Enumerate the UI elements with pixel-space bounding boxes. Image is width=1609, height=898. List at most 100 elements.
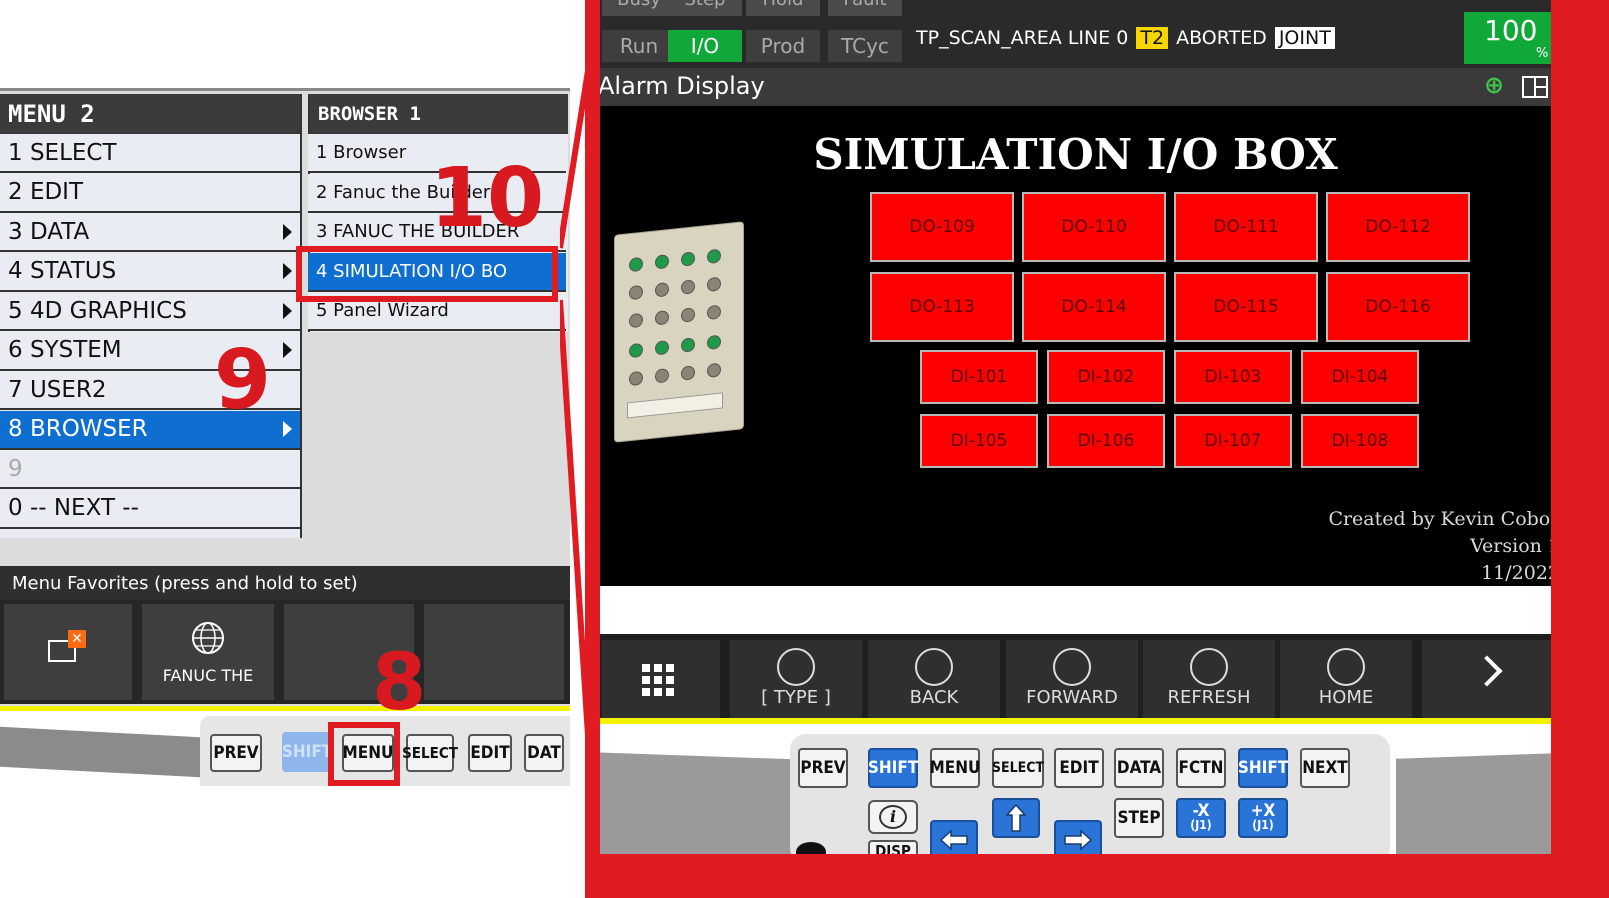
favorite-tile-1[interactable]: ✕ bbox=[4, 604, 132, 700]
toolbar-button-label: [ TYPE ] bbox=[761, 687, 831, 708]
menu-item[interactable]: 0 -- NEXT -- bbox=[0, 489, 300, 529]
io-box-led bbox=[655, 254, 669, 270]
submenu-arrow-icon bbox=[283, 263, 292, 279]
keypad-key[interactable]: SELECT bbox=[992, 748, 1044, 788]
next-page-button[interactable] bbox=[1422, 640, 1551, 718]
right-arrow-key[interactable] bbox=[1054, 820, 1102, 854]
step-number-10: 10 bbox=[430, 151, 545, 246]
left-arrow-key[interactable] bbox=[930, 820, 978, 854]
up-arrow-key[interactable] bbox=[992, 798, 1040, 838]
do-output-button[interactable]: DO-110 bbox=[1022, 192, 1166, 262]
keypad-key[interactable]: NEXT bbox=[1300, 748, 1350, 788]
status-indicator: TCyc bbox=[828, 30, 902, 62]
keypad-key[interactable]: FCTN bbox=[1176, 748, 1226, 788]
jog-mode: JOINT bbox=[1274, 27, 1335, 49]
do-output-button[interactable]: DO-114 bbox=[1022, 272, 1166, 342]
override-indicator[interactable]: 100 % bbox=[1464, 12, 1551, 64]
toolbar-button-label: FORWARD bbox=[1026, 687, 1118, 708]
do-output-button[interactable]: DO-116 bbox=[1326, 272, 1470, 342]
tool-tag: T2 bbox=[1136, 27, 1169, 49]
do-output-button[interactable]: DO-112 bbox=[1326, 192, 1470, 262]
do-output-button[interactable]: DO-109 bbox=[870, 192, 1014, 262]
menu-item[interactable]: 4 STATUS bbox=[0, 252, 300, 292]
keypad-key[interactable]: SHIFT bbox=[1238, 748, 1288, 788]
io-box-led bbox=[707, 334, 721, 351]
status-indicator-partial: Fault bbox=[828, 0, 902, 16]
keypad-key[interactable]: SHIFT bbox=[868, 748, 918, 788]
io-box-toggle bbox=[707, 304, 721, 321]
toolbar-button[interactable]: FORWARD bbox=[1006, 640, 1138, 718]
di-input-button[interactable]: DI-101 bbox=[920, 350, 1038, 404]
toolbar-globe-icon bbox=[1053, 648, 1091, 686]
di-input-button[interactable]: DI-108 bbox=[1301, 414, 1419, 468]
credit-version: Version 1 bbox=[1470, 535, 1551, 557]
menu-item[interactable]: 3 DATA bbox=[0, 213, 300, 252]
io-box-image bbox=[614, 221, 744, 443]
di-input-button[interactable]: DI-104 bbox=[1301, 350, 1419, 404]
info-key[interactable]: i bbox=[868, 800, 918, 834]
favorite-tile-4[interactable] bbox=[424, 604, 564, 700]
di-input-button[interactable]: DI-107 bbox=[1174, 414, 1292, 468]
io-box-led bbox=[681, 251, 695, 267]
menu-item[interactable]: 2 EDIT bbox=[0, 173, 300, 213]
grid-icon bbox=[642, 664, 674, 696]
menu-item[interactable]: 5 4D GRAPHICS bbox=[0, 292, 300, 331]
di-input-button[interactable]: DI-103 bbox=[1174, 350, 1292, 404]
credit-author: Created by Kevin Cobos bbox=[1328, 508, 1551, 530]
do-output-button[interactable]: DO-111 bbox=[1174, 192, 1318, 262]
select-key[interactable]: SELECT bbox=[402, 734, 458, 772]
split-window-icon[interactable] bbox=[1522, 76, 1548, 98]
prev-key[interactable]: PREV bbox=[210, 734, 262, 772]
toolbar-button[interactable]: [ TYPE ] bbox=[730, 640, 862, 718]
favorite-tile-label: FANUC THE bbox=[162, 666, 254, 685]
do-output-button[interactable]: DO-115 bbox=[1174, 272, 1318, 342]
do-output-button[interactable]: DO-113 bbox=[870, 272, 1014, 342]
menu-item[interactable]: 9 bbox=[0, 450, 300, 489]
toolbar-button[interactable]: BACK bbox=[868, 640, 1000, 718]
step-key[interactable]: STEP bbox=[1114, 798, 1164, 838]
grid-menu-button[interactable] bbox=[602, 640, 720, 718]
io-box-toggle bbox=[655, 310, 669, 326]
io-box-toggle bbox=[629, 370, 643, 387]
disp-key[interactable]: DISP bbox=[868, 840, 918, 854]
menu-item[interactable]: 1 SELECT bbox=[0, 134, 300, 173]
di-input-button[interactable]: DI-106 bbox=[1047, 414, 1165, 468]
io-box-led bbox=[629, 256, 643, 273]
credit-date: 11/2022 bbox=[1481, 562, 1551, 584]
toolbar-button[interactable]: REFRESH bbox=[1143, 640, 1275, 718]
keypad-key[interactable]: PREV bbox=[798, 748, 848, 788]
toolbar-button[interactable]: HOME bbox=[1280, 640, 1412, 718]
keypad-key[interactable]: EDIT bbox=[1054, 748, 1104, 788]
minus-x-sub: (J1) bbox=[1190, 818, 1212, 832]
globe-icon bbox=[192, 622, 224, 654]
favorite-tile-2[interactable]: FANUC THE bbox=[142, 604, 274, 700]
step-number-8: 8 bbox=[372, 638, 427, 728]
toolbar-globe-icon bbox=[1190, 648, 1228, 686]
browser-title: BROWSER 1 bbox=[310, 94, 568, 134]
io-box-toggle bbox=[629, 284, 643, 301]
di-input-button[interactable]: DI-105 bbox=[920, 414, 1038, 468]
data-key[interactable]: DAT bbox=[524, 734, 564, 772]
close-badge-icon: ✕ bbox=[68, 630, 86, 648]
highlight-simulation-item bbox=[296, 246, 558, 302]
toolbar-button-label: REFRESH bbox=[1167, 687, 1251, 708]
keypad-key[interactable]: MENU bbox=[930, 748, 980, 788]
status-indicator: Run bbox=[602, 30, 676, 62]
edit-key[interactable]: EDIT bbox=[468, 734, 512, 772]
io-box-toggle bbox=[707, 276, 721, 293]
status-indicator: I/O bbox=[668, 30, 742, 62]
pendant-bezel-right bbox=[1396, 753, 1551, 854]
io-box-led bbox=[629, 342, 643, 359]
io-box-toggle bbox=[681, 307, 695, 323]
status-indicator-partial: Step bbox=[668, 0, 742, 16]
di-input-button[interactable]: DI-102 bbox=[1047, 350, 1165, 404]
plus-x-j1-key[interactable]: +X (J1) bbox=[1238, 798, 1288, 838]
plus-x-label: +X bbox=[1250, 801, 1276, 821]
keypad-key[interactable]: DATA bbox=[1114, 748, 1164, 788]
override-value: 100 bbox=[1484, 14, 1538, 47]
zoom-in-icon[interactable]: ⊕ bbox=[1484, 72, 1510, 98]
minus-x-j1-key[interactable]: -X (J1) bbox=[1176, 798, 1226, 838]
window-title: Alarm Display bbox=[600, 72, 765, 100]
shift-key[interactable]: SHIFT bbox=[282, 732, 332, 772]
submenu-arrow-icon bbox=[283, 302, 292, 319]
